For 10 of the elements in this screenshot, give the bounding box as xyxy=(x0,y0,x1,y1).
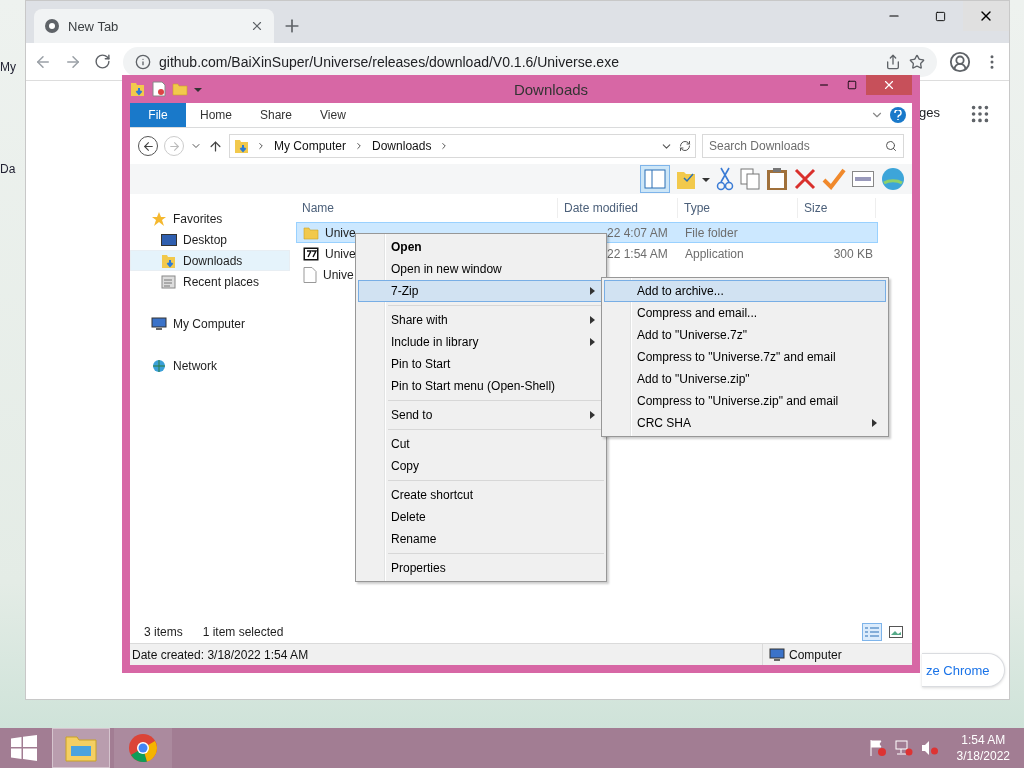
window-title: Downloads xyxy=(512,80,590,98)
type-cell-text: Application xyxy=(684,246,745,261)
date-created-text: Date created: 3/18/2022 1:54 AM xyxy=(131,647,310,662)
selection-status: 1 item selected xyxy=(202,625,284,639)
size-cell-text: 300 KB xyxy=(832,246,874,261)
item-count: 3 items xyxy=(144,625,183,639)
location-text: Computer xyxy=(789,647,842,662)
date-cell-text: 22 1:54 AM xyxy=(606,246,669,261)
date-cell-text: 22 4:07 AM xyxy=(606,225,669,240)
type-cell-text: File folder xyxy=(684,225,739,240)
